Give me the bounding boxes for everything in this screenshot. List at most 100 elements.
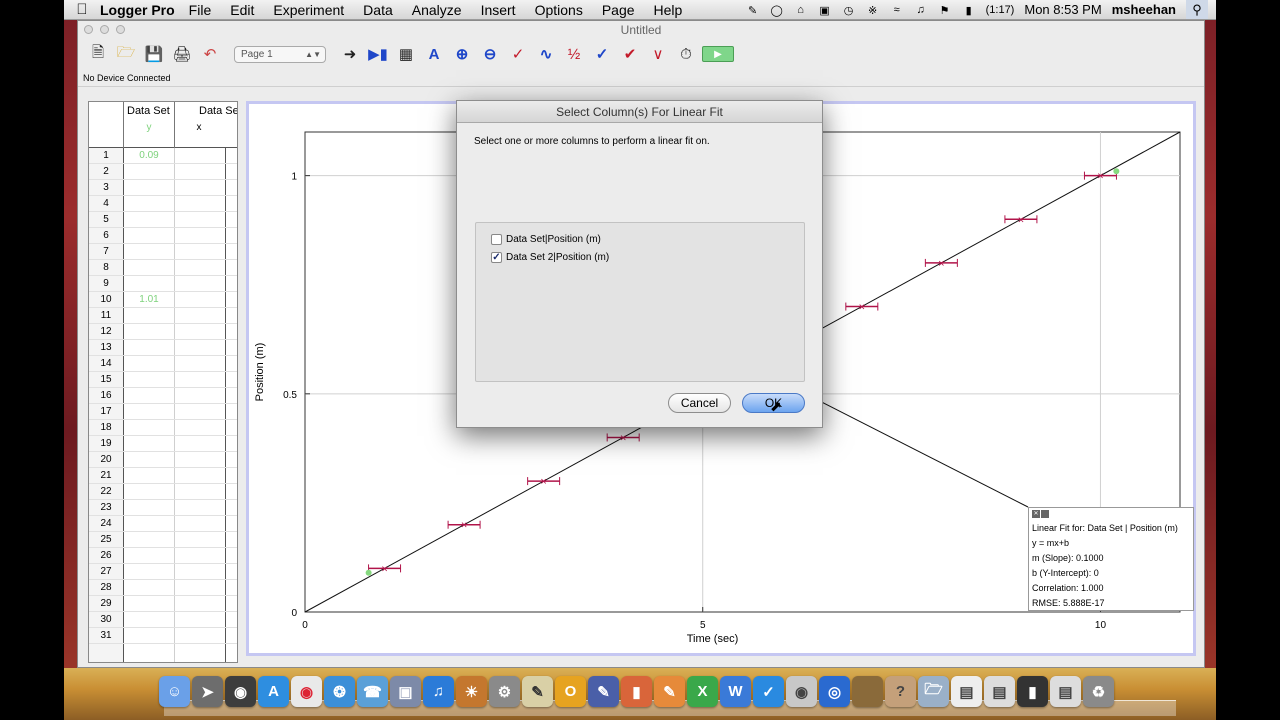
- pages-icon[interactable]: ✎: [654, 676, 685, 707]
- menu-help[interactable]: Help: [654, 2, 683, 18]
- finder-icon[interactable]: ☺: [159, 676, 190, 707]
- table-row[interactable]: 18: [89, 420, 237, 436]
- dvd-icon[interactable]: ◉: [786, 676, 817, 707]
- apple-menu-icon[interactable]: : [64, 1, 100, 18]
- table-row[interactable]: 4: [89, 196, 237, 212]
- statistics-icon[interactable]: ✓: [590, 42, 614, 66]
- linear-fit-icon[interactable]: ✔: [618, 42, 642, 66]
- table-row[interactable]: 29: [89, 596, 237, 612]
- print-icon[interactable]: 🖨: [170, 42, 194, 66]
- table-row[interactable]: 11: [89, 308, 237, 324]
- table-row[interactable]: 15: [89, 372, 237, 388]
- menu-experiment[interactable]: Experiment: [273, 2, 344, 18]
- table-row[interactable]: 19: [89, 436, 237, 452]
- curve-fit-icon[interactable]: ∨: [646, 42, 670, 66]
- graphics-icon[interactable]: ✎: [588, 676, 619, 707]
- window-thumb-2-icon[interactable]: ▤: [1050, 676, 1081, 707]
- table-row[interactable]: 16: [89, 388, 237, 404]
- keynote-icon[interactable]: ▮: [621, 676, 652, 707]
- table-row[interactable]: 2: [89, 164, 237, 180]
- page-select[interactable]: Page 1 ▲▼: [234, 45, 326, 63]
- autoscale-icon[interactable]: A: [422, 42, 446, 66]
- table-row[interactable]: 24: [89, 516, 237, 532]
- new-file-icon[interactable]: 🗎: [86, 42, 110, 66]
- table-row[interactable]: 28: [89, 580, 237, 596]
- data-table[interactable]: Data Set y Data Se x 1 0.09 2 3 4 5 6 7 8 9 10 1.01…: [88, 101, 238, 663]
- table-row[interactable]: 30: [89, 612, 237, 628]
- flag-icon[interactable]: ⚑: [938, 4, 952, 17]
- photo-icon[interactable]: ▣: [390, 676, 421, 707]
- timer-icon[interactable]: ⏱: [674, 42, 698, 66]
- table-row[interactable]: 20: [89, 452, 237, 468]
- document-icon[interactable]: ▤: [951, 676, 982, 707]
- network-icon[interactable]: ◎: [819, 676, 850, 707]
- table-row[interactable]: 8: [89, 260, 237, 276]
- cell-value[interactable]: 0.09: [124, 148, 174, 164]
- table-row[interactable]: 22: [89, 484, 237, 500]
- option-data-set[interactable]: Data Set|Position (m): [491, 232, 601, 246]
- app-store-icon[interactable]: A: [258, 676, 289, 707]
- checkbox-data-set-2[interactable]: ✓: [491, 251, 502, 263]
- menu-page[interactable]: Page: [602, 2, 635, 18]
- itunes-icon[interactable]: ♫: [423, 676, 454, 707]
- table-row[interactable]: 27: [89, 564, 237, 580]
- save-icon[interactable]: 💾: [142, 42, 166, 66]
- menu-insert[interactable]: Insert: [481, 2, 516, 18]
- help-icon[interactable]: ?: [885, 676, 916, 707]
- word-icon[interactable]: W: [720, 676, 751, 707]
- facetime-icon[interactable]: ☎: [357, 676, 388, 707]
- dashboard-icon[interactable]: ◉: [225, 676, 256, 707]
- collect-button-icon[interactable]: ▶: [702, 46, 734, 62]
- airport-icon[interactable]: ⌂: [794, 4, 808, 16]
- cancel-button[interactable]: Cancel: [668, 393, 731, 413]
- examine-icon[interactable]: ✓: [506, 42, 530, 66]
- menu-edit[interactable]: Edit: [230, 2, 254, 18]
- trash-icon[interactable]: ♻: [1083, 676, 1114, 707]
- zoom-in-icon[interactable]: ⊕: [450, 42, 474, 66]
- table-row[interactable]: 13: [89, 340, 237, 356]
- table-row[interactable]: 31: [89, 628, 237, 644]
- data-table-icon[interactable]: ▶▮: [366, 42, 390, 66]
- folder-icon[interactable]: 🗁: [918, 676, 949, 707]
- chat-icon[interactable]: ◯: [770, 4, 784, 17]
- table-row[interactable]: 12: [89, 324, 237, 340]
- menu-clock[interactable]: Mon 8:53 PM: [1024, 2, 1101, 17]
- table-row[interactable]: 25: [89, 532, 237, 548]
- close-window-icon[interactable]: [84, 25, 93, 34]
- table-row[interactable]: 7: [89, 244, 237, 260]
- table-row[interactable]: 21: [89, 468, 237, 484]
- table-row[interactable]: 6: [89, 228, 237, 244]
- table-row[interactable]: 10 1.01: [89, 292, 237, 308]
- integral-icon[interactable]: ½: [562, 42, 586, 66]
- cell-value[interactable]: 1.01: [124, 292, 174, 308]
- linear-fit-info-box[interactable]: ✕ Linear Fit for: Data Set | Position (m…: [1028, 507, 1194, 611]
- display-icon[interactable]: ▣: [818, 4, 832, 17]
- pen-icon[interactable]: ✎: [746, 4, 760, 17]
- bluetooth-icon[interactable]: ※: [866, 4, 880, 17]
- terminal-icon[interactable]: ▮: [1017, 676, 1048, 707]
- option-data-set-2[interactable]: ✓ Data Set 2|Position (m): [491, 250, 609, 264]
- launchpad-icon[interactable]: ➤: [192, 676, 223, 707]
- window-thumb-icon[interactable]: ▤: [984, 676, 1015, 707]
- column-header-data-set-2[interactable]: Data Se x: [174, 102, 237, 148]
- script-editor-icon[interactable]: ✎: [522, 676, 553, 707]
- menu-analyze[interactable]: Analyze: [412, 2, 462, 18]
- open-folder-icon[interactable]: 🗁: [114, 42, 138, 66]
- next-page-icon[interactable]: ➜: [338, 42, 362, 66]
- opera-icon[interactable]: O: [555, 676, 586, 707]
- menu-data[interactable]: Data: [363, 2, 393, 18]
- table-row[interactable]: 17: [89, 404, 237, 420]
- battery-icon[interactable]: ▮: [962, 4, 976, 17]
- table-row[interactable]: 26: [89, 548, 237, 564]
- menu-options[interactable]: Options: [535, 2, 583, 18]
- excel-icon[interactable]: X: [687, 676, 718, 707]
- close-fit-icon[interactable]: ✕: [1032, 510, 1040, 518]
- table-row[interactable]: 1 0.09: [89, 148, 237, 164]
- zoom-window-icon[interactable]: [116, 25, 125, 34]
- time-machine-icon[interactable]: ◷: [842, 4, 856, 17]
- options-fit-icon[interactable]: [1041, 510, 1049, 518]
- tangent-icon[interactable]: ∿: [534, 42, 558, 66]
- table-row[interactable]: 23: [89, 500, 237, 516]
- table-row[interactable]: 3: [89, 180, 237, 196]
- checkbox-data-set[interactable]: [491, 233, 502, 245]
